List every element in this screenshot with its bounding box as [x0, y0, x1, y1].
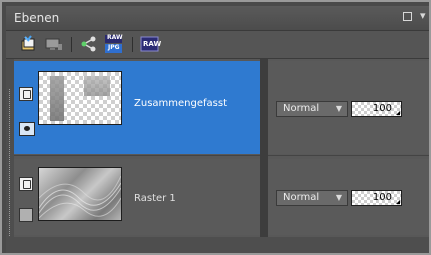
raw-jpg-label-bottom: JPG: [108, 44, 120, 51]
toolbar-separator: [132, 37, 133, 52]
chevron-down-icon: ▼: [335, 104, 342, 113]
chevron-down-icon[interactable]: ▾: [420, 9, 426, 22]
layer-name[interactable]: Raster 1: [134, 193, 176, 204]
layer-link-icon[interactable]: [19, 87, 33, 101]
new-layer-icon[interactable]: [20, 35, 38, 53]
group-connector-line: [9, 89, 11, 244]
layer-group-gutter: [6, 59, 14, 253]
layer-thumbnail[interactable]: [38, 167, 122, 221]
raw-icon[interactable]: RAW: [140, 35, 162, 53]
raw-label: RAW: [143, 40, 162, 48]
layers-window-frame: Ebenen ▾ RAW JPG RAW Zusammengefasst Ras…: [0, 0, 431, 255]
opacity-field[interactable]: 100: [351, 190, 402, 206]
thumbnail-wave-pattern: [39, 175, 121, 219]
layer-properties-raster-1: Normal ▼ 100: [268, 159, 429, 235]
column-splitter[interactable]: [260, 59, 268, 253]
blend-mode-dropdown[interactable]: Normal ▼: [276, 190, 348, 206]
layers-toolbar: RAW JPG RAW: [6, 31, 429, 59]
raw-jpg-icon[interactable]: RAW JPG: [104, 34, 124, 53]
layer-properties-zusammengefasst: Normal ▼ 100: [268, 61, 429, 154]
row-divider: [14, 155, 429, 156]
share-icon[interactable]: [80, 35, 98, 53]
layers-list: Zusammengefasst Raster 1 Normal ▼ 100 No…: [6, 59, 429, 253]
resize-grip-icon: [396, 200, 400, 204]
layer-properties-icon[interactable]: [45, 35, 63, 53]
panel-title: Ebenen: [14, 11, 60, 25]
layers-panel: Ebenen ▾ RAW JPG RAW Zusammengefasst Ras…: [6, 6, 429, 253]
layer-link-icon[interactable]: [19, 177, 33, 191]
visibility-toggle-icon[interactable]: [19, 208, 33, 222]
layer-name[interactable]: Zusammengefasst: [134, 98, 227, 109]
thumbnail-shape: [84, 76, 110, 96]
layer-row-zusammengefasst[interactable]: Zusammengefasst: [14, 61, 260, 154]
opacity-value: 100: [372, 103, 392, 114]
layers-empty-area: [6, 237, 429, 253]
toolbar-separator: [71, 37, 72, 52]
opacity-field[interactable]: 100: [351, 101, 402, 117]
panel-titlebar[interactable]: Ebenen ▾: [6, 6, 429, 31]
opacity-value: 100: [372, 192, 392, 203]
resize-grip-icon: [396, 111, 400, 115]
layer-thumbnail[interactable]: [38, 71, 122, 125]
visibility-eye-icon[interactable]: [19, 122, 35, 136]
thumbnail-shape: [50, 76, 64, 121]
blend-mode-value: Normal: [283, 192, 320, 203]
blend-mode-dropdown[interactable]: Normal ▼: [276, 101, 348, 117]
maximize-icon[interactable]: [403, 12, 412, 21]
raw-jpg-label-top: RAW: [107, 34, 123, 41]
layer-row-raster-1[interactable]: Raster 1: [14, 159, 260, 235]
chevron-down-icon: ▼: [335, 193, 342, 202]
blend-mode-value: Normal: [283, 103, 320, 114]
